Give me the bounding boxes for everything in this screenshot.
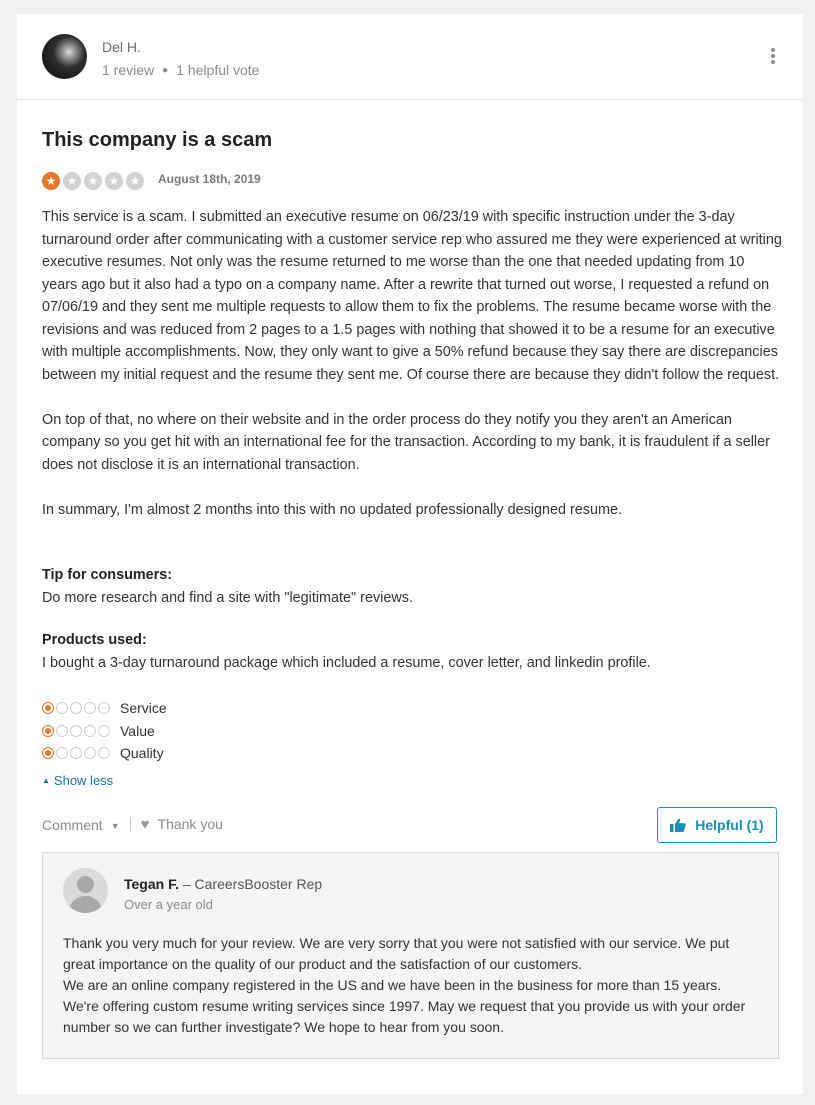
reply-date: Over a year old bbox=[124, 897, 213, 912]
more-options-icon[interactable] bbox=[769, 48, 777, 66]
star-icon bbox=[56, 702, 68, 715]
star-icon bbox=[42, 702, 54, 715]
review-actions: Comment ▼ ♥ Thank you bbox=[42, 816, 223, 833]
thumbs-up-icon bbox=[670, 818, 687, 832]
sub-rating-label: Service bbox=[120, 700, 167, 717]
review-body: This service is a scam. I submitted an e… bbox=[42, 206, 782, 544]
reviewer-header: Del H. 1 review ● 1 helpful vote bbox=[17, 14, 803, 100]
reviewer-avatar[interactable] bbox=[42, 34, 87, 79]
sub-rating-label: Value bbox=[120, 722, 155, 739]
review-date: August 18th, 2019 bbox=[158, 172, 261, 186]
reviewer-stats: 1 review ● 1 helpful vote bbox=[102, 62, 259, 78]
rep-name-line: Tegan F. – CareersBooster Rep bbox=[124, 876, 322, 892]
star-icon bbox=[70, 724, 82, 737]
sub-rating-stars bbox=[42, 747, 110, 760]
review-title: This company is a scam bbox=[42, 129, 273, 151]
star-icon bbox=[98, 747, 110, 760]
sub-rating-service: Service bbox=[42, 697, 167, 720]
star-icon bbox=[84, 747, 96, 760]
star-icon bbox=[70, 747, 82, 760]
review-star-rating: ★ ★ ★ ★ ★ bbox=[42, 172, 144, 190]
rep-name: Tegan F. bbox=[124, 876, 179, 892]
star-icon: ★ bbox=[63, 172, 81, 190]
reply-line: Thank you very much for your review. We … bbox=[63, 935, 730, 951]
helpful-button[interactable]: Helpful (1) bbox=[657, 807, 777, 843]
comment-label: Comment bbox=[42, 816, 103, 833]
star-icon: ★ bbox=[42, 172, 60, 190]
review-paragraph: In summary, I'm almost 2 months into thi… bbox=[42, 501, 622, 518]
sub-ratings: Service Value Quality bbox=[42, 697, 167, 765]
star-icon bbox=[84, 724, 96, 737]
star-icon: ★ bbox=[105, 172, 123, 190]
comment-button[interactable]: Comment ▼ bbox=[42, 817, 120, 833]
heart-icon: ♥ bbox=[140, 816, 150, 833]
chevron-down-icon: ▼ bbox=[110, 820, 120, 831]
star-icon bbox=[84, 702, 96, 715]
reply-line: We're offering custom resume writing ser… bbox=[63, 998, 746, 1014]
helpful-label: Helpful (1) bbox=[695, 817, 764, 833]
caret-up-icon: ▲ bbox=[42, 776, 50, 785]
star-icon bbox=[56, 724, 68, 737]
star-icon bbox=[42, 724, 54, 737]
thank-you-button[interactable]: ♥ Thank you bbox=[141, 816, 223, 833]
sub-rating-stars bbox=[42, 702, 110, 715]
review-card: Del H. 1 review ● 1 helpful vote This comp… bbox=[17, 14, 803, 1094]
reviewer-name[interactable]: Del H. bbox=[102, 39, 141, 55]
sub-rating-stars bbox=[42, 724, 110, 737]
review-paragraph: This service is a scam. I submitted an e… bbox=[42, 209, 782, 383]
star-icon bbox=[98, 724, 110, 737]
tip-text: Do more research and find a site with "l… bbox=[42, 590, 413, 606]
tip-label: Tip for consumers: bbox=[42, 567, 173, 583]
reply-line: number so we can further investigate? We… bbox=[63, 1019, 504, 1035]
star-icon: ★ bbox=[126, 172, 144, 190]
star-icon bbox=[42, 747, 54, 760]
reviewer-review-count: 1 review bbox=[102, 62, 155, 78]
rep-role: – CareersBooster Rep bbox=[182, 876, 323, 892]
products-text: I bought a 3-day turnaround package whic… bbox=[42, 655, 651, 671]
show-less-label: Show less bbox=[53, 773, 114, 788]
divider bbox=[129, 817, 131, 832]
sub-rating-value: Value bbox=[42, 720, 167, 743]
show-less-link[interactable]: ▲ Show less bbox=[42, 773, 113, 788]
reply-line: great importance on the quality of our p… bbox=[63, 956, 583, 972]
rep-avatar bbox=[63, 868, 108, 913]
sub-rating-quality: Quality bbox=[42, 742, 167, 765]
products-label: Products used: bbox=[42, 632, 147, 648]
thank-you-label: Thank you bbox=[157, 816, 223, 832]
reply-line: We are an online company registered in t… bbox=[63, 977, 722, 993]
star-icon: ★ bbox=[84, 172, 102, 190]
separator-dot: ● bbox=[162, 65, 169, 76]
reply-text: Thank you very much for your review. We … bbox=[63, 933, 763, 1038]
star-icon bbox=[56, 747, 68, 760]
company-reply: Tegan F. – CareersBooster Rep Over a yea… bbox=[42, 852, 779, 1059]
star-icon bbox=[70, 702, 82, 715]
review-paragraph: On top of that, no where on their websit… bbox=[42, 411, 770, 473]
reviewer-helpful-votes: 1 helpful vote bbox=[176, 62, 260, 78]
sub-rating-label: Quality bbox=[120, 745, 164, 762]
star-icon bbox=[98, 702, 110, 715]
